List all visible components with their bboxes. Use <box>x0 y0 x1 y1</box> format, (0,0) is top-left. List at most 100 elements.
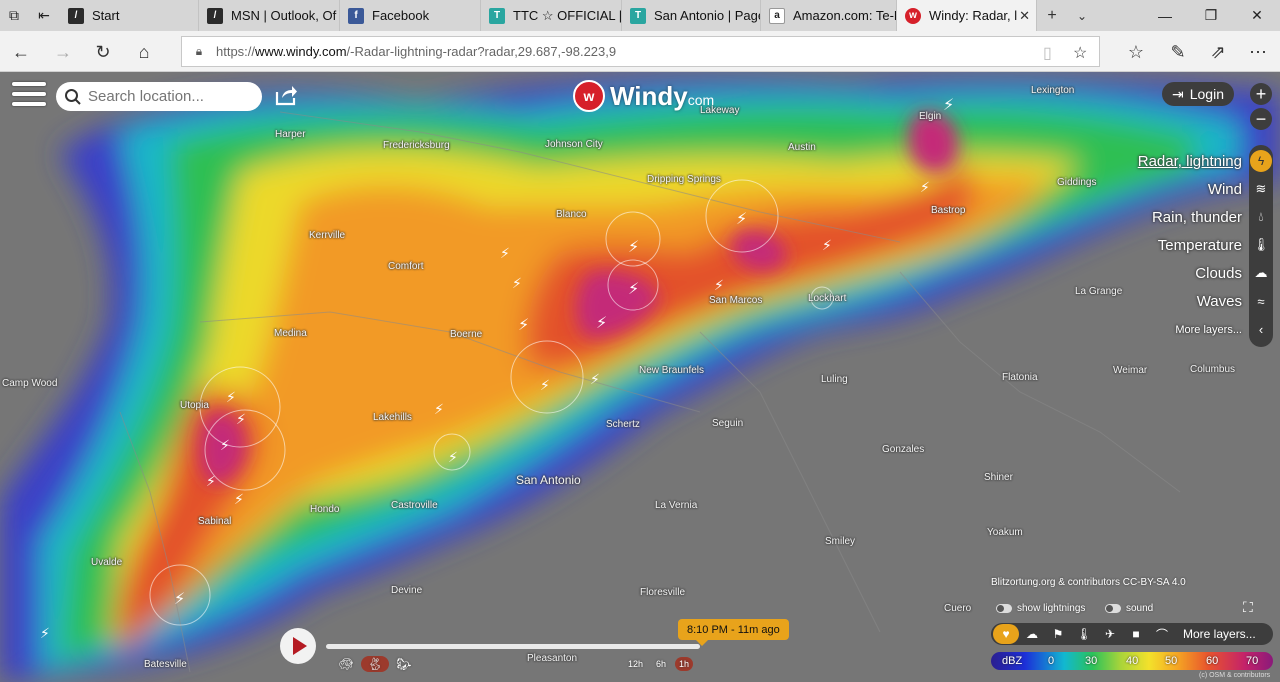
windy-logo-icon: w <box>573 80 605 112</box>
search-box[interactable] <box>56 82 262 111</box>
new-tab-icon[interactable]: + <box>1037 0 1067 31</box>
place-label: Harper <box>275 129 306 140</box>
speed-fast-icon[interactable]: 🐎︎ <box>394 656 414 672</box>
layer-rain-thunder[interactable]: Rain, thunder <box>1138 204 1242 232</box>
layer-temperature[interactable]: Temperature <box>1138 232 1242 260</box>
tab-san-antonio[interactable]: T San Antonio | Page <box>622 0 761 31</box>
tab-ttc-official[interactable]: T TTC ☆ OFFICIAL | F <box>481 0 622 31</box>
tab-start[interactable]: / Start <box>60 0 199 31</box>
airport-icon[interactable]: ✈︎ <box>1097 624 1123 644</box>
window-close-icon[interactable]: ✕ <box>1234 0 1280 31</box>
thermometer-icon[interactable]: 🌡︎ <box>1249 231 1273 259</box>
tab-actions-icon[interactable]: ⧉ <box>0 0 28 31</box>
tab-label: TTC ☆ OFFICIAL | F <box>513 7 622 23</box>
svg-text:⚡︎: ⚡︎ <box>226 389 236 405</box>
tab-label: Windy: Radar, l <box>929 8 1018 23</box>
login-button[interactable]: ⇥ Login <box>1162 82 1234 106</box>
tab-label: San Antonio | Page <box>654 8 761 23</box>
layer-wind[interactable]: Wind <box>1138 176 1242 204</box>
waves-icon[interactable]: ≈ <box>1249 287 1273 315</box>
address-bar[interactable]: 🔒︎ https://www.windy.com/-Radar-lightnin… <box>181 36 1100 67</box>
tab-preview-chevron-icon[interactable]: ⌄ <box>1067 0 1097 31</box>
svg-text:⚡︎: ⚡︎ <box>206 473 216 489</box>
range-1h[interactable]: 1h <box>675 657 694 671</box>
place-label: La Grange <box>1075 286 1123 297</box>
tab-amazon[interactable]: a Amazon.com: Te-R <box>761 0 897 31</box>
url-prefix: https:// <box>216 44 256 59</box>
legend-tick: 30 <box>1085 655 1098 667</box>
range-12h[interactable]: 12h <box>624 657 647 671</box>
temperature-icon[interactable]: 🌡︎ <box>1071 624 1097 644</box>
edge-page-icon: / <box>68 7 84 24</box>
home-icon[interactable]: ⌂ <box>131 39 157 65</box>
speed-medium-icon[interactable]: 🐇︎ <box>361 656 389 672</box>
place-label: Medina <box>274 328 307 339</box>
favorites-hub-icon[interactable]: ☆ <box>1123 39 1149 65</box>
refresh-icon[interactable]: ↻ <box>90 39 116 65</box>
search-icon <box>65 88 81 105</box>
hamburger-menu-icon[interactable] <box>12 82 46 110</box>
svg-text:⚡︎: ⚡︎ <box>628 281 639 298</box>
tab-label: Amazon.com: Te-R <box>793 8 897 23</box>
close-tab-icon[interactable]: ✕ <box>1019 8 1030 24</box>
place-label: Kerrville <box>309 230 346 241</box>
tab-facebook[interactable]: f Facebook <box>340 0 481 31</box>
place-label: Comfort <box>388 261 424 272</box>
chevron-left-icon[interactable]: ‹ <box>1249 315 1273 343</box>
browser-nav-bar: ← → ↻ ⌂ 🔒︎ https://www.windy.com/-Radar-… <box>0 31 1280 72</box>
reading-view-icon[interactable]: ▯ <box>1043 43 1052 63</box>
layer-radar-lightning[interactable]: Radar, lightning <box>1138 148 1242 176</box>
more-layers-link[interactable]: More layers... <box>1183 627 1256 641</box>
lightning-icon[interactable]: ϟ <box>1249 147 1273 175</box>
sound-toggle[interactable]: sound <box>1105 603 1153 614</box>
toggle-switch[interactable] <box>1105 604 1121 613</box>
show-lightnings-toggle[interactable]: show lightnings <box>996 603 1085 614</box>
web-note-icon[interactable]: ✎ <box>1165 39 1191 65</box>
place-label: Bastrop <box>931 205 966 216</box>
heart-icon[interactable]: ♥ <box>993 624 1019 644</box>
cloud-icon[interactable]: ☁︎ <box>1249 259 1273 287</box>
place-label: Dripping Springs <box>647 174 721 185</box>
layer-clouds[interactable]: Clouds <box>1138 260 1242 288</box>
back-icon[interactable]: ← <box>8 39 34 65</box>
kite-icon[interactable]: ⌒ <box>1149 624 1175 644</box>
layer-waves[interactable]: Waves <box>1138 288 1242 316</box>
raindrop-icon[interactable]: 💧︎ <box>1249 203 1273 231</box>
favorite-star-icon[interactable]: ☆ <box>1073 43 1087 63</box>
speed-slow-icon[interactable]: 🐢︎ <box>336 656 356 672</box>
share-icon[interactable] <box>274 84 298 106</box>
zoom-out-button[interactable]: − <box>1250 108 1272 130</box>
zoom-in-button[interactable]: + <box>1250 83 1272 105</box>
legend-tick: 70 <box>1246 655 1259 667</box>
timeline-track[interactable] <box>326 644 700 649</box>
svg-text:⚡︎: ⚡︎ <box>540 377 550 393</box>
fullscreen-icon[interactable]: ⛶ <box>1243 599 1253 616</box>
windy-logo[interactable]: w Windy com <box>573 80 714 112</box>
place-label: New Braunfels <box>639 365 705 376</box>
tab-label: Start <box>92 8 120 23</box>
place-label: Camp Wood <box>2 378 58 389</box>
forward-icon[interactable]: → <box>50 39 76 65</box>
flag-icon[interactable]: ⚑ <box>1045 624 1071 644</box>
set-tabs-aside-icon[interactable]: ⇤ <box>28 0 60 31</box>
range-6h[interactable]: 6h <box>652 657 670 671</box>
share-icon[interactable]: ⇗ <box>1205 39 1231 65</box>
radar-map[interactable]: ⚡︎ ⚡︎ ⚡︎ ⚡︎ ⚡︎ ⚡︎ ⚡︎ ⚡︎ ⚡︎ ⚡︎ ⚡︎ ⚡︎ ⚡︎ ⚡︎ ⚡︎ ⚡︎ … <box>0 72 1280 682</box>
webcam-icon[interactable]: ■ <box>1123 624 1149 644</box>
play-button[interactable] <box>280 628 316 664</box>
wind-icon[interactable]: ≋ <box>1249 175 1273 203</box>
minimize-icon[interactable]: — <box>1142 0 1188 31</box>
place-label: Gonzales <box>882 444 925 455</box>
restore-icon[interactable]: ❐ <box>1188 0 1234 31</box>
search-input[interactable] <box>88 88 248 105</box>
place-label: Lakehills <box>373 412 412 423</box>
timeline-time-label[interactable]: 8:10 PM - 11m ago <box>678 619 789 646</box>
layer-more[interactable]: More layers... <box>1138 316 1242 344</box>
tab-windy[interactable]: w Windy: Radar, l ✕ <box>897 0 1037 31</box>
tab-msn[interactable]: / MSN | Outlook, Of <box>199 0 340 31</box>
legend-tick: 40 <box>1126 655 1139 667</box>
satellite-icon[interactable]: ☁︎ <box>1019 624 1045 644</box>
place-label: La Vernia <box>655 500 698 511</box>
more-menu-icon[interactable]: ⋯ <box>1245 39 1271 65</box>
toggle-switch[interactable] <box>996 604 1012 613</box>
